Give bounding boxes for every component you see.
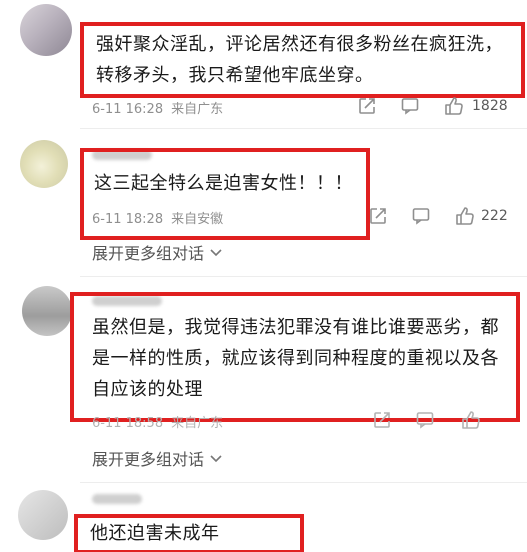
like-icon[interactable] <box>454 205 476 231</box>
comment-thread: 强奸聚众淫乱，评论居然还有很多粉丝在疯狂洗，转移矛头，我只希望他牢底坐穿。 6-… <box>0 0 527 552</box>
comment-text: 这三起全特么是迫害女性！！！ <box>94 173 353 194</box>
like-count: 1828 <box>472 98 508 114</box>
expand-replies-link[interactable]: 展开更多组对话 <box>92 240 222 264</box>
share-icon[interactable] <box>368 206 388 230</box>
like-icon[interactable] <box>443 95 465 121</box>
avatar[interactable] <box>22 286 72 336</box>
comment-location: 来自广东 <box>171 102 224 117</box>
comment-text: 强奸聚众淫乱，评论居然还有很多粉丝在疯狂洗，转移矛头，我只希望他牢底坐穿。 <box>96 34 503 86</box>
like-count: 222 <box>481 208 508 224</box>
comment-time: 6-11 18:58 <box>92 416 164 431</box>
expand-replies-label: 展开更多组对话 <box>92 450 205 469</box>
avatar[interactable] <box>20 4 72 56</box>
comment-meta: 6-11 18:28 来自安徽 <box>92 208 223 227</box>
comment-meta: 6-11 16:28 来自广东 <box>92 98 223 117</box>
divider <box>80 276 527 277</box>
share-icon[interactable] <box>372 410 392 434</box>
avatar[interactable] <box>20 140 68 188</box>
divider <box>80 482 527 483</box>
share-icon[interactable] <box>357 96 377 120</box>
expand-replies-label: 展开更多组对话 <box>92 244 205 263</box>
comment-meta: 6-11 18:58 来自广东 <box>92 412 223 431</box>
blurred-username <box>92 494 142 504</box>
like-icon[interactable] <box>460 409 482 435</box>
avatar[interactable] <box>18 490 68 540</box>
expand-replies-link[interactable]: 展开更多组对话 <box>92 446 222 470</box>
comment-time: 6-11 18:28 <box>92 212 164 227</box>
comment-icon[interactable] <box>411 206 431 230</box>
comment-text: 虽然但是，我觉得违法犯罪没有谁比谁要恶劣，都是一样的性质，就应该得到同种程度的重… <box>92 317 499 400</box>
comment-location: 来自安徽 <box>171 212 224 227</box>
comment-icon[interactable] <box>400 96 420 120</box>
divider <box>80 128 527 129</box>
chevron-down-icon <box>210 242 222 261</box>
comment-time: 6-11 16:28 <box>92 102 164 117</box>
chevron-down-icon <box>210 448 222 467</box>
comment-text: 他还迫害未成年 <box>90 523 220 544</box>
comment-location: 来自广东 <box>171 416 224 431</box>
comment-icon[interactable] <box>415 410 435 434</box>
